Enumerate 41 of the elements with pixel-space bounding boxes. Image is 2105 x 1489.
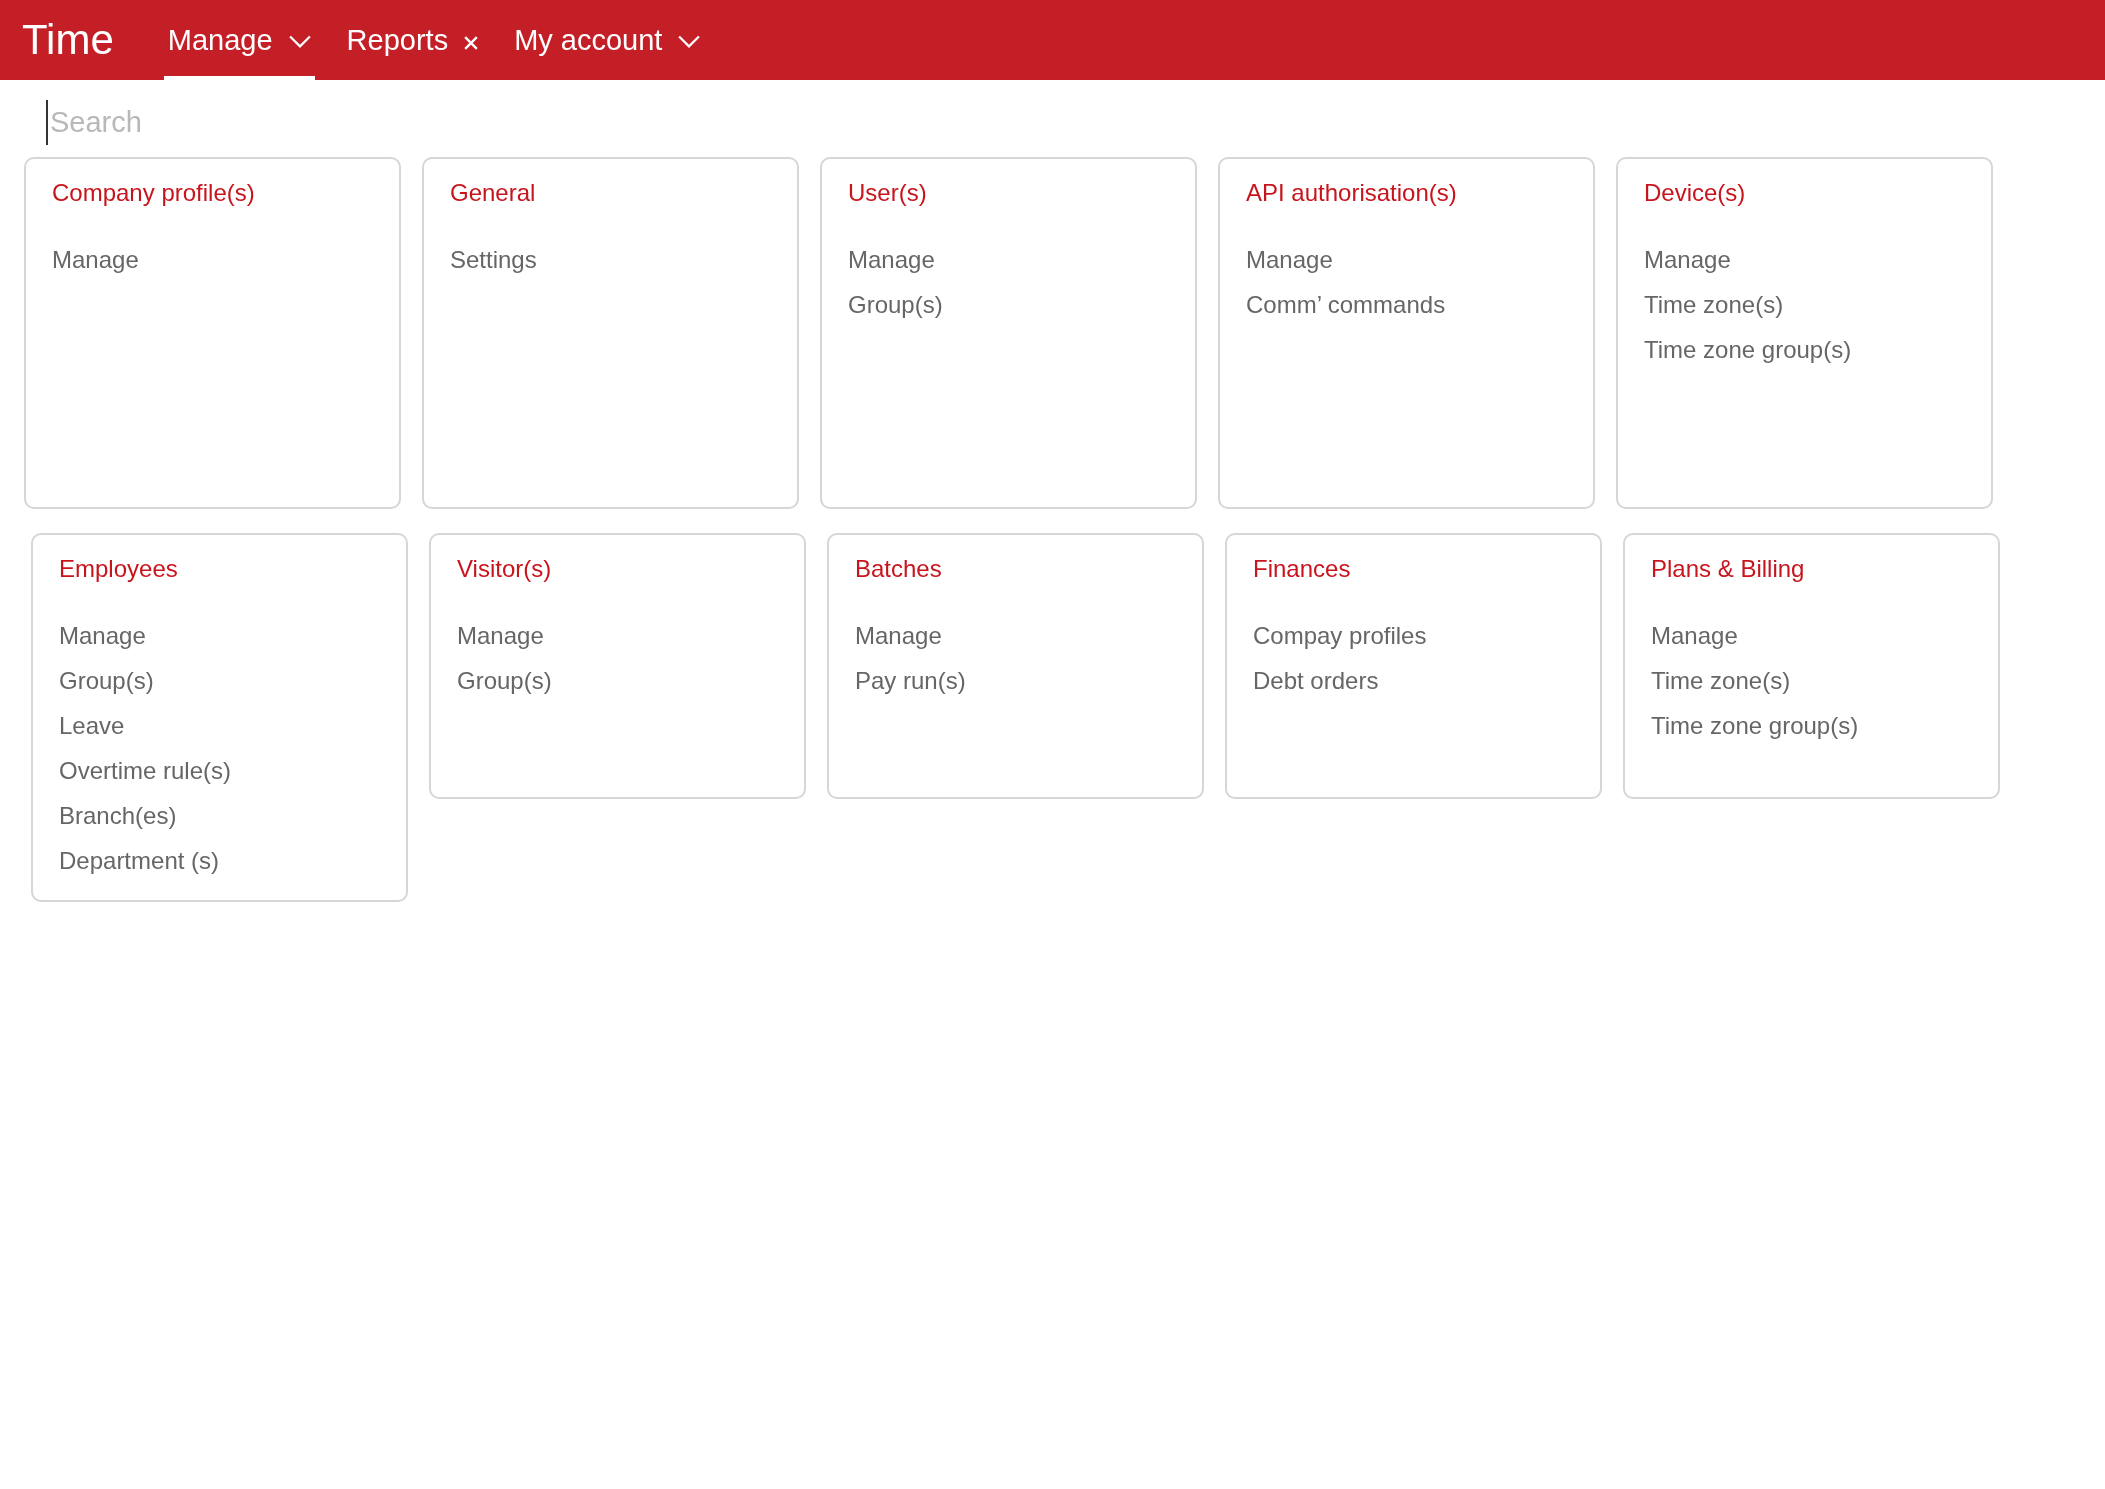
menu-link[interactable]: Manage [1644,245,1731,275]
menu-link[interactable]: Leave [59,711,125,741]
nav-tab[interactable]: Manage [163,0,315,80]
menu-link[interactable]: Time zone group(s) [1644,335,1852,365]
menu-link[interactable]: Manage [457,621,544,651]
card-title: Device(s) [1644,179,1747,207]
menu-link[interactable]: Time zone(s) [1644,290,1784,320]
menu-link[interactable]: Manage [855,621,942,651]
card-title: Visitor(s) [457,555,553,583]
menu-link[interactable]: Manage [59,621,146,651]
menu-link[interactable]: Branch(es) [59,801,177,831]
card-title: User(s) [848,179,928,207]
nav-tab[interactable]: Reports [342,0,483,80]
card-title: Plans & Billing [1651,555,1806,583]
menu-link[interactable]: Group(s) [848,290,943,320]
app-title: Time [22,16,114,64]
menu-link[interactable]: Manage [52,245,139,275]
card-title: Company profile(s) [52,179,256,207]
menu-link[interactable]: Group(s) [59,666,154,696]
menu-link[interactable]: Compay profiles [1253,621,1427,651]
card-title: API authorisation(s) [1246,179,1458,207]
nav-tab[interactable]: My account [510,0,705,80]
close-icon[interactable] [464,36,479,50]
menu-link[interactable]: Group(s) [457,666,552,696]
menu-link[interactable]: Overtime rule(s) [59,756,232,786]
menu-link[interactable]: Manage [1246,245,1333,275]
menu-link[interactable]: Comm’ commands [1246,290,1446,320]
menu-link[interactable]: Debt orders [1253,666,1379,696]
card-title: General [450,179,537,207]
menu-link[interactable]: Manage [848,245,935,275]
menu-link[interactable]: Time zone(s) [1651,666,1791,696]
menu-link[interactable]: Pay run(s) [855,666,966,696]
menu-link[interactable]: Settings [450,245,537,275]
card-title: Batches [855,555,943,583]
card-title: Finances [1253,555,1352,583]
card-title: Employees [59,555,179,583]
menu-link[interactable]: Department (s) [59,846,220,876]
menu-link[interactable]: Manage [1651,621,1738,651]
chevron-down-icon [678,35,701,49]
chevron-down-icon [288,35,311,49]
menu-link[interactable]: Time zone group(s) [1651,711,1859,741]
